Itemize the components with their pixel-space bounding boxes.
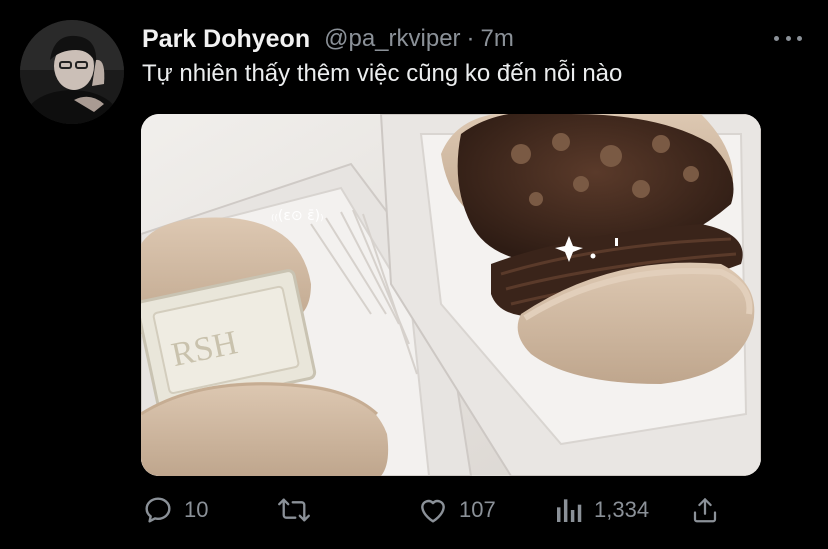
photo-caption: ₍₍(ε⊙ ε̄)₎	[271, 208, 324, 224]
author-name[interactable]: Park Dohyeon	[142, 25, 310, 54]
retweet-icon	[276, 494, 312, 526]
tweet[interactable]: Park Dohyeon @pa_rkviper · 7m Tự nhiên t…	[0, 0, 828, 549]
retweet-button[interactable]	[276, 488, 322, 532]
tweet-text: Tự nhiên thấy thêm việc cũng ko đến nỗi …	[142, 60, 623, 87]
timestamp[interactable]: 7m	[481, 25, 514, 53]
separator-dot: ·	[466, 25, 475, 52]
share-button[interactable]	[690, 488, 720, 532]
like-count: 107	[459, 497, 496, 522]
more-dot	[774, 35, 779, 41]
views-button[interactable]: 1,334	[554, 488, 649, 532]
views-count: 1,334	[594, 497, 650, 522]
reply-count: 10	[184, 497, 209, 522]
action-bar: 10 107 1,334	[142, 488, 742, 532]
reply-icon	[142, 494, 174, 526]
reply-button[interactable]: 10	[142, 488, 208, 532]
like-button[interactable]: 107	[417, 488, 496, 532]
heart-icon	[417, 494, 449, 526]
tweet-header: Park Dohyeon @pa_rkviper · 7m	[142, 22, 768, 56]
more-icon[interactable]	[774, 28, 802, 48]
avatar-image	[20, 20, 124, 124]
more-dot	[797, 35, 802, 41]
avatar[interactable]	[20, 20, 124, 124]
more-dot	[785, 35, 791, 41]
tweet-photo[interactable]: RSH ₍₍(ε⊙ ε̄)₎	[141, 114, 761, 476]
share-icon	[690, 494, 720, 526]
analytics-icon	[554, 494, 584, 526]
author-handle[interactable]: @pa_rkviper	[324, 25, 460, 53]
photo-macarons: RSH ₍₍(ε⊙ ε̄)₎	[141, 114, 761, 476]
